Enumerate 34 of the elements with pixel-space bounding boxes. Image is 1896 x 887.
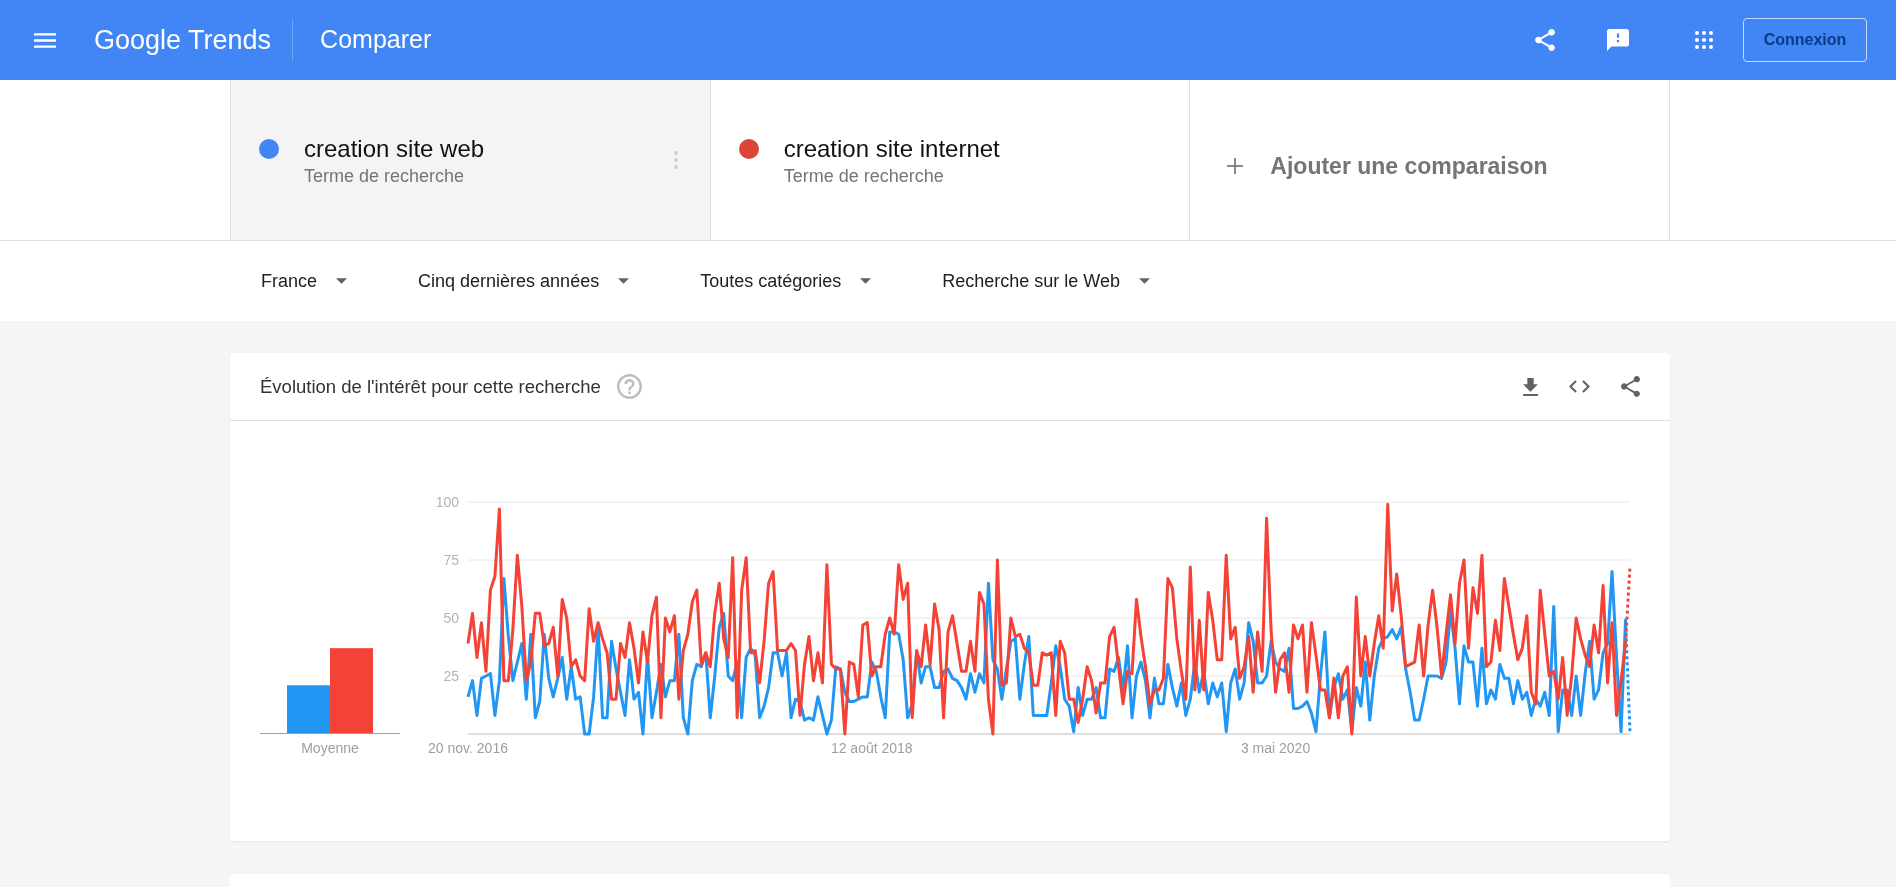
- search-term-text: creation site web: [304, 133, 485, 164]
- menu-icon[interactable]: [34, 32, 56, 48]
- embed-code-icon[interactable]: [1569, 380, 1590, 393]
- page-title: Comparer: [320, 24, 432, 56]
- filter-dropdown[interactable]: Cinq dernières années: [418, 267, 630, 295]
- filter-dropdown[interactable]: Toutes catégories: [700, 267, 872, 295]
- search-term-text: creation site internet: [783, 133, 1000, 164]
- logo[interactable]: Google Trends: [94, 19, 272, 61]
- card-title: Évolution de l'intérêt pour cette recherche: [260, 374, 601, 399]
- add-comparison-button[interactable]: Ajouter une comparaison: [1190, 80, 1670, 240]
- help-icon[interactable]: [616, 374, 642, 399]
- caret-icon: [618, 278, 630, 284]
- search-term-card[interactable]: creation site web Terme de recherche: [231, 80, 711, 240]
- caret-icon: [336, 278, 348, 284]
- plus-icon: [1227, 158, 1244, 174]
- x-axis-label: 20 nov. 2016: [428, 740, 508, 756]
- apps-icon[interactable]: [1695, 31, 1713, 49]
- x-axis-label: 3 mai 2020: [1240, 740, 1311, 756]
- category-label: Moyenne: [301, 740, 359, 756]
- filter-dropdown[interactable]: France: [261, 267, 348, 295]
- share-icon[interactable]: [1535, 29, 1555, 51]
- caret-icon: [860, 278, 872, 284]
- y-axis-label: 25: [443, 668, 459, 684]
- term-type-label: Terme de recherche: [304, 164, 466, 187]
- y-axis-label: 50: [443, 610, 459, 626]
- y-axis-label: 100: [435, 497, 459, 510]
- download-icon[interactable]: [1523, 377, 1538, 396]
- share-icon[interactable]: [1621, 376, 1640, 397]
- x-axis-label: 12 août 2018: [830, 740, 913, 756]
- feedback-icon[interactable]: [1607, 29, 1629, 51]
- y-axis-label: 75: [443, 552, 459, 568]
- filter-dropdown[interactable]: Recherche sur le Web: [942, 267, 1150, 295]
- caret-icon: [1139, 278, 1150, 284]
- term-type-label: Terme de recherche: [783, 164, 945, 187]
